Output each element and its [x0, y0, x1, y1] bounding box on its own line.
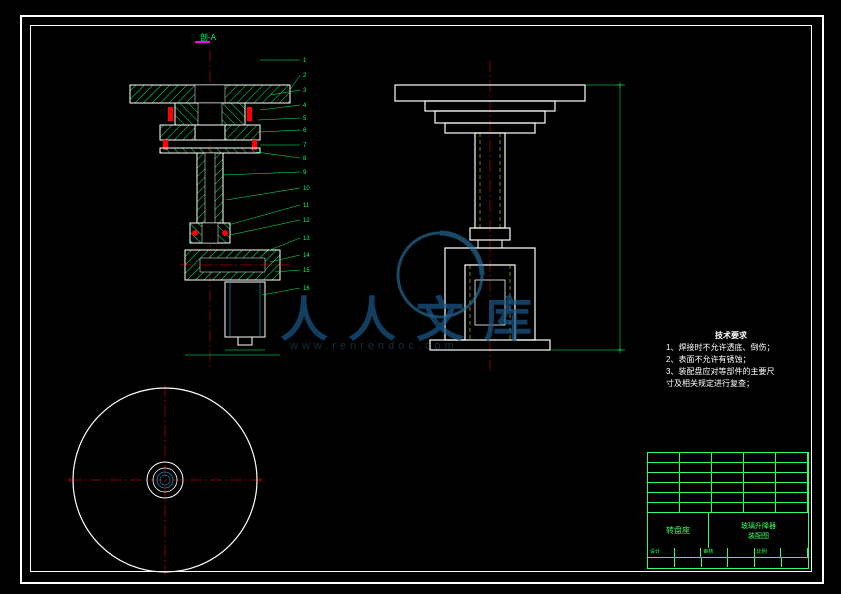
title-block: 转盘座 玻璃升降器 装配图 设计审核比例	[647, 452, 809, 569]
svg-text:6: 6	[303, 128, 307, 134]
leader-numbers: 123 456 789 101112 131415 16	[303, 58, 310, 292]
note-item: 2、表面不允许有锈蚀；	[666, 354, 796, 366]
drawing-info: 装配图	[748, 531, 769, 541]
svg-text:13: 13	[303, 236, 310, 242]
svg-text:10: 10	[303, 186, 310, 192]
svg-text:5: 5	[303, 116, 307, 122]
svg-text:4: 4	[303, 103, 307, 109]
svg-text:12: 12	[303, 218, 310, 224]
plan-view-bottom	[67, 385, 265, 575]
cad-canvas: 剖-A	[0, 0, 841, 594]
note-item: 1、焊接时不允许透底、倒伤；	[666, 342, 796, 354]
svg-text:15: 15	[303, 268, 310, 274]
svg-text:14: 14	[303, 253, 310, 259]
section-label: 剖-A	[200, 32, 217, 42]
svg-text:9: 9	[303, 170, 307, 176]
drawing-type: 玻璃升降器	[741, 521, 776, 531]
svg-text:2: 2	[303, 73, 307, 79]
notes-title: 技术要求	[666, 330, 796, 342]
title-block-main: 转盘座 玻璃升降器 装配图	[648, 513, 808, 548]
drawing-title: 转盘座	[648, 513, 709, 548]
svg-text:1: 1	[303, 58, 307, 64]
svg-text:11: 11	[303, 203, 310, 209]
svg-text:8: 8	[303, 156, 307, 162]
svg-text:7: 7	[303, 143, 307, 149]
watermark-url: www.renrendoc.com	[290, 340, 458, 352]
note-item: 寸及相关规定进行复查；	[666, 378, 796, 390]
technical-notes: 技术要求 1、焊接时不允许透底、倒伤； 2、表面不允许有锈蚀； 3、装配盘应对等…	[666, 330, 796, 390]
svg-text:3: 3	[303, 88, 307, 94]
note-item: 3、装配盘应对等部件的主要尺	[666, 366, 796, 378]
